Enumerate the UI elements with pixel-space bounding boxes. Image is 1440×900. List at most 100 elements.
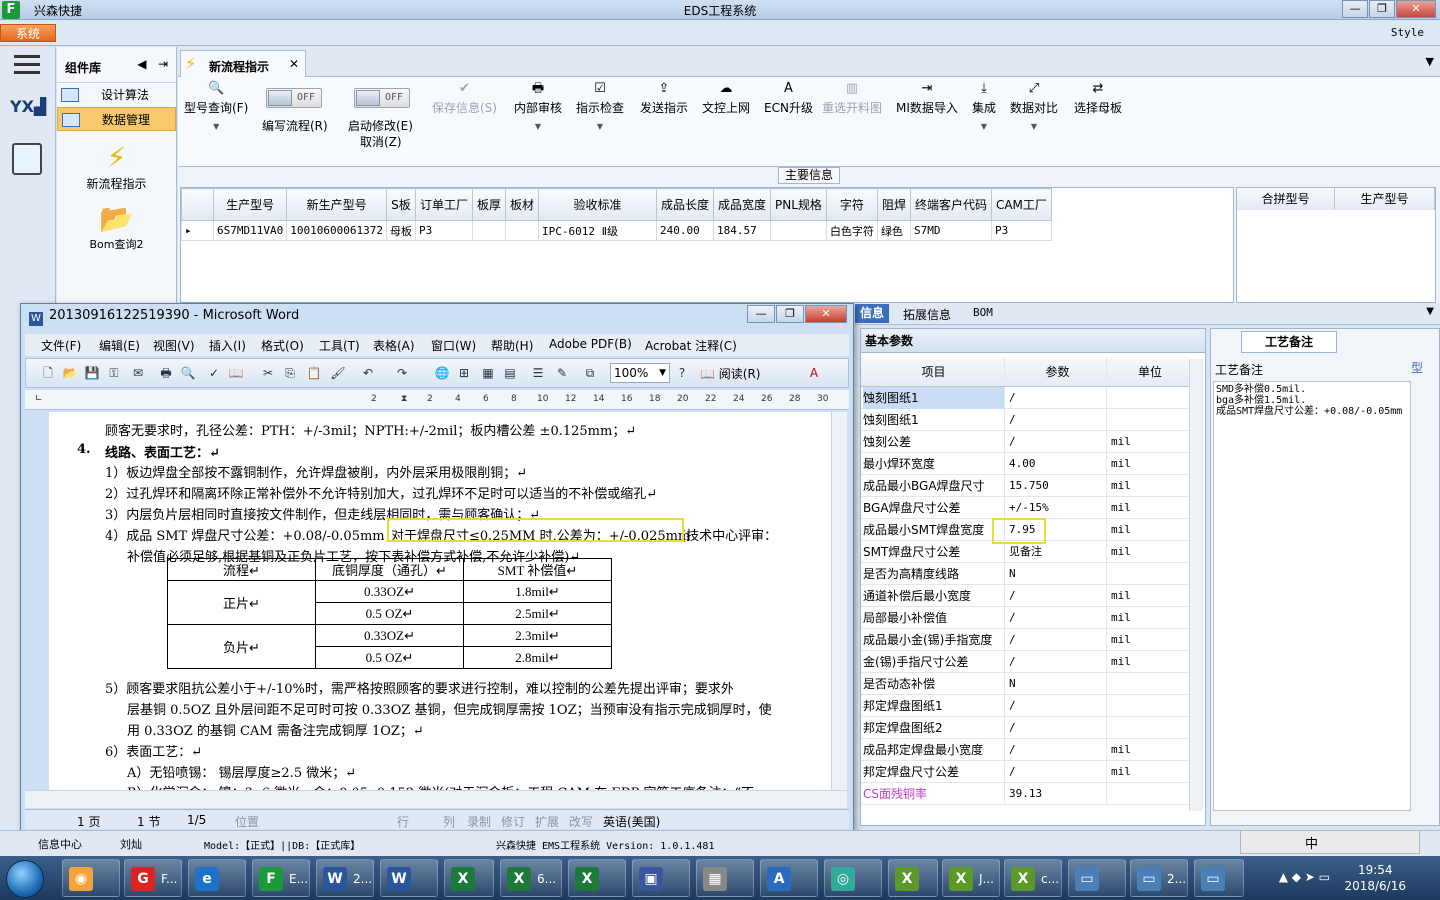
craft-notes-text[interactable]: SMD多补偿0.5mil. bga多补偿1.5mil. 成品SMT焊盘尺寸公差：… <box>1213 381 1411 811</box>
taskbar-app[interactable]: G F... <box>124 859 182 897</box>
integrate-button[interactable]: ⤓ 集成 ▼ <box>972 81 996 131</box>
word-window[interactable]: W 20130916122519390 - Microsoft Word — ❐ … <box>20 303 854 833</box>
column-header[interactable]: 字符 <box>825 188 878 221</box>
ecn-upgrade-button[interactable]: A ECN升级 <box>764 81 813 116</box>
param-value-cell[interactable]: / <box>1007 717 1107 739</box>
table-row[interactable]: 最小焊环宽度 4.00 mil <box>861 453 1189 475</box>
table-row[interactable]: 成品邦定焊盘最小宽度 / mil <box>861 739 1189 761</box>
redo-icon[interactable]: ↷ <box>394 365 410 381</box>
word-minimize-button[interactable]: — <box>747 305 775 323</box>
taskbar-app[interactable]: X <box>444 859 494 897</box>
param-value-cell[interactable]: +/-15% <box>1007 497 1107 519</box>
help-icon[interactable]: ? <box>674 365 690 381</box>
vertical-scrollbar[interactable] <box>831 412 847 790</box>
instruction-check-button[interactable]: ☑ 指示检查 ▼ <box>576 81 624 131</box>
taskbar-app[interactable]: e <box>188 859 246 897</box>
research-icon[interactable]: 📖 <box>228 365 244 381</box>
column-header[interactable]: 阻焊 <box>876 188 911 221</box>
sidebar-item-data-management[interactable]: 数据管理 <box>57 107 176 131</box>
table-row[interactable]: 蚀刻公差 / mil <box>861 431 1189 453</box>
vertical-scrollbar[interactable] <box>1189 359 1203 811</box>
message-center[interactable]: 信息中心 <box>38 836 82 852</box>
tab-new-process[interactable]: ⚡ 新流程指示 ✕ <box>180 50 306 77</box>
param-value-cell[interactable]: / <box>1007 739 1107 761</box>
combined-model-grid[interactable]: 合拼型号 生产型号 <box>1236 187 1436 303</box>
select-motherboard-button[interactable]: ⇄ 选择母板 <box>1074 81 1122 116</box>
table-row[interactable]: 是否为高精度线路 N <box>861 563 1189 585</box>
undo-icon[interactable]: ↶ <box>360 365 376 381</box>
mi-import-button[interactable]: ⇥ MI数据导入 <box>896 81 958 116</box>
start-button[interactable] <box>6 860 44 898</box>
indent-marker-icon[interactable]: ⧗ <box>401 394 407 404</box>
param-value-cell[interactable]: / <box>1007 651 1107 673</box>
table-row[interactable]: 金(锡)手指尺寸公差 / mil <box>861 651 1189 673</box>
param-value-cell[interactable]: / <box>1007 409 1107 431</box>
param-value-cell[interactable]: / <box>1007 695 1107 717</box>
yx-module-icon[interactable]: YX▟ <box>10 97 46 131</box>
taskbar-app[interactable]: ◉ <box>62 859 120 897</box>
column-header[interactable]: 成品长度 <box>655 188 715 221</box>
param-value-cell[interactable]: N <box>1007 563 1107 585</box>
taskbar-app[interactable]: X <box>568 859 626 897</box>
column-header[interactable]: 成品宽度 <box>713 188 772 221</box>
restore-button[interactable]: ❐ <box>1369 0 1395 18</box>
read-mode-button[interactable]: 📖 阅读(R) <box>700 365 760 382</box>
table-row[interactable]: 邦定焊盘尺寸公差 / mil <box>861 761 1189 783</box>
style-menu[interactable]: Style <box>1391 26 1424 39</box>
column-header[interactable]: 板材 <box>504 188 540 221</box>
tab-extended-info[interactable]: 拓展信息 <box>903 306 951 323</box>
param-value-cell[interactable]: 15.750 <box>1007 475 1107 497</box>
insert-excel-icon[interactable]: ▤ <box>502 365 518 381</box>
paste-icon[interactable]: 📋 <box>306 365 322 381</box>
menu-icon[interactable] <box>14 55 40 77</box>
param-value-cell[interactable]: / <box>1007 585 1107 607</box>
taskbar-app[interactable]: F E... <box>252 859 310 897</box>
model-query-button[interactable]: 🔍 型号查询(F) ▼ <box>184 81 248 131</box>
word-close-button[interactable]: ✕ <box>805 305 847 323</box>
tab-dropdown-icon[interactable]: ▼ <box>1426 306 1434 317</box>
hyperlink-icon[interactable]: 🌐 <box>434 365 450 381</box>
minimize-button[interactable]: — <box>1342 0 1368 18</box>
sidebar-item-design-algorithm[interactable]: 设计算法 <box>57 83 176 107</box>
calculator-icon[interactable] <box>12 143 42 175</box>
data-compare-button[interactable]: ⤢ 数据对比 ▼ <box>1010 81 1058 131</box>
spelling-icon[interactable]: ✓ <box>206 365 222 381</box>
word-restore-button[interactable]: ❐ <box>776 305 804 323</box>
param-value-cell[interactable]: 4.00 <box>1007 453 1107 475</box>
table-row[interactable]: BGA焊盘尺寸公差 +/-15% mil <box>861 497 1189 519</box>
ruler[interactable]: ∟ 2 ⧗ 2 4 6 8 10 12 14 16 18 20 22 24 26… <box>25 390 849 410</box>
zoom-select[interactable]: 100% ▼ <box>610 363 670 383</box>
menu-edit[interactable]: 编辑(E) <box>99 337 140 354</box>
column-header[interactable]: 合拼型号 <box>1237 188 1335 210</box>
format-painter-icon[interactable]: 🖌 <box>330 365 346 381</box>
tab-close-icon[interactable]: ✕ <box>289 57 299 71</box>
param-value-cell[interactable]: / <box>1007 629 1107 651</box>
drawing-icon[interactable]: ✎ <box>554 365 570 381</box>
tab-craft-notes[interactable]: 工艺备注 <box>1241 331 1337 353</box>
column-header[interactable]: 生产型号 <box>212 188 288 221</box>
sidebar-item-bom-query[interactable]: 📂 Bom查询2 <box>57 202 176 252</box>
horizontal-scrollbar[interactable] <box>25 790 847 808</box>
email-icon[interactable]: ✉ <box>130 365 146 381</box>
table-row[interactable]: 蚀刻图纸1/ <box>861 409 1189 431</box>
internal-review-button[interactable]: 🖶 内部审核 ▼ <box>514 81 562 131</box>
close-button[interactable]: ✕ <box>1396 0 1436 18</box>
taskbar-app[interactable]: ▭ <box>1194 859 1244 897</box>
params-grid[interactable]: 项目 参数 单位 蚀刻图纸1/蚀刻图纸1/蚀刻公差 / mil 最小焊环宽度 4.00 m… <box>861 357 1189 805</box>
tab-info[interactable]: 信息 <box>855 304 889 323</box>
doc-online-button[interactable]: ☁ 文控上网 <box>702 81 750 116</box>
clock[interactable]: 19:54 2018/6/16 <box>1344 862 1406 894</box>
table-row[interactable]: 邦定焊盘图纸1/ <box>861 695 1189 717</box>
save-icon[interactable]: 💾 <box>84 365 100 381</box>
menu-insert[interactable]: 插入(I) <box>209 337 246 354</box>
table-row[interactable]: SMT焊盘尺寸公差 见备注 mil <box>861 541 1189 563</box>
menu-adobe-pdf[interactable]: Adobe PDF(B) <box>549 337 632 351</box>
cut-icon[interactable]: ✂ <box>260 365 276 381</box>
column-header[interactable]: PNL规格 <box>770 188 827 221</box>
panel-nav-icons[interactable]: ◀ ⇥ <box>137 57 168 71</box>
columns-icon[interactable]: ☰ <box>530 365 546 381</box>
tab-stop-icon[interactable]: ∟ <box>35 394 43 404</box>
column-header[interactable]: S板 <box>385 188 416 221</box>
taskbar-app[interactable]: X J... <box>942 859 1000 897</box>
param-value-cell[interactable]: / <box>1007 431 1107 453</box>
